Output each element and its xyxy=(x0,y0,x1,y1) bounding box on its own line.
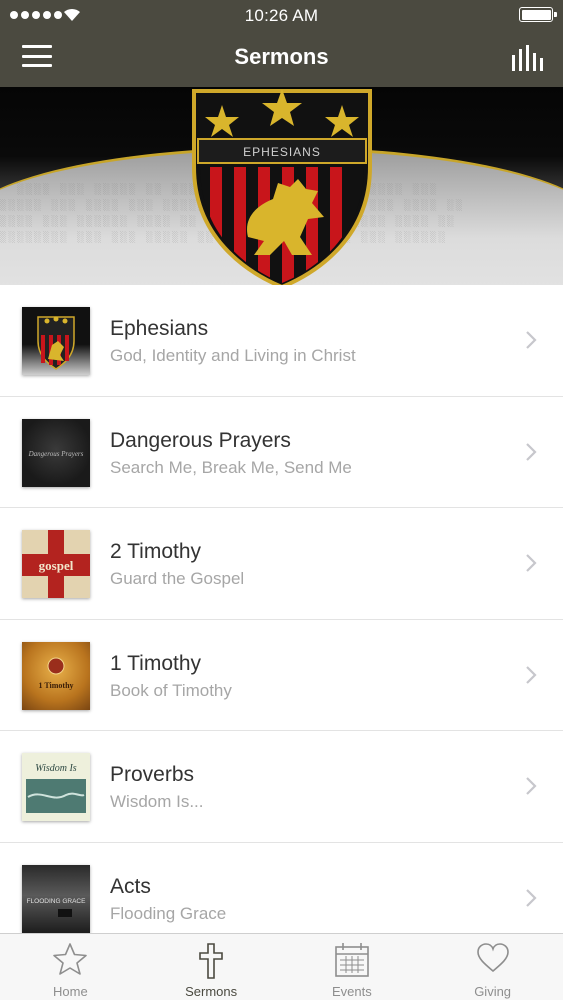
hero-badge-text: EPHESIANS xyxy=(243,145,321,159)
chevron-right-icon xyxy=(526,442,537,461)
gospel-thumbnail-art: gospel xyxy=(22,530,90,598)
series-title: Acts xyxy=(110,874,151,898)
cross-icon xyxy=(199,943,223,979)
series-thumbnail: Wisdom Is xyxy=(22,753,90,821)
svg-text:gospel: gospel xyxy=(39,558,74,573)
chevron-right-icon xyxy=(526,888,537,907)
list-item[interactable]: Wisdom Is Proverbs Wisdom Is... xyxy=(0,731,563,843)
series-subtitle: Guard the Gospel xyxy=(110,569,245,588)
tab-label: Events xyxy=(332,984,372,999)
equalizer-icon[interactable] xyxy=(511,45,543,71)
star-icon xyxy=(53,943,88,975)
status-bar: 10:26 AM xyxy=(0,0,563,30)
list-item[interactable]: 1 Timothy 1 Timothy Book of Timothy xyxy=(0,619,563,731)
tab-bar: Home Sermons Events Giving xyxy=(0,933,563,1000)
tab-label: Home xyxy=(53,984,88,999)
top-bar: 10:26 AM Sermons xyxy=(0,0,563,87)
series-title: Dangerous Prayers xyxy=(110,428,291,452)
calendar-icon xyxy=(335,943,369,977)
timothy-thumbnail-art: 1 Timothy xyxy=(38,657,74,690)
svg-text:1 Timothy: 1 Timothy xyxy=(38,681,73,690)
series-title: 1 Timothy xyxy=(110,651,202,675)
chevron-right-icon xyxy=(526,554,537,572)
series-thumbnail: Dangerous Prayers xyxy=(22,418,90,487)
series-thumbnail xyxy=(22,307,90,375)
sermon-series-list: Ephesians God, Identity and Living in Ch… xyxy=(0,285,563,954)
chevron-right-icon xyxy=(526,331,537,349)
tab-sermons[interactable]: Sermons xyxy=(141,934,282,1000)
battery-icon xyxy=(519,7,557,22)
tab-label: Giving xyxy=(474,984,512,999)
status-time: 10:26 AM xyxy=(244,6,319,25)
list-item[interactable]: Ephesians God, Identity and Living in Ch… xyxy=(0,285,563,397)
series-thumbnail: FLOODING GRACE xyxy=(22,864,90,933)
series-subtitle: Wisdom Is... xyxy=(110,792,204,811)
series-thumbnail: gospel xyxy=(22,530,90,598)
series-title: 2 Timothy xyxy=(110,540,202,563)
series-subtitle: Search Me, Break Me, Send Me xyxy=(110,457,352,477)
series-subtitle: Book of Timothy xyxy=(110,680,232,700)
page-title: Sermons xyxy=(234,44,329,69)
tab-home[interactable]: Home xyxy=(0,934,141,1000)
series-hero-banner: ░░░░ ░░░ ░░░░░ ░░ ░░░░ ░░ ░ ░░ ░░░ ░░░ ░░░░… xyxy=(0,87,563,285)
series-title: Proverbs xyxy=(110,763,195,786)
svg-text:FLOODING GRACE: FLOODING GRACE xyxy=(27,898,87,905)
heart-icon xyxy=(476,943,509,973)
proverbs-thumbnail-art: Wisdom Is xyxy=(26,763,86,813)
series-title: Ephesians xyxy=(110,317,209,340)
tab-events[interactable]: Events xyxy=(282,934,423,1000)
ephesians-shield-logo: EPHESIANS xyxy=(192,89,372,285)
tab-giving[interactable]: Giving xyxy=(422,934,563,1000)
chevron-right-icon xyxy=(526,665,537,684)
dangerous-prayers-thumbnail-art: Dangerous Prayers xyxy=(28,450,84,458)
ephesians-thumbnail-art xyxy=(37,316,75,370)
list-item[interactable]: Dangerous Prayers Dangerous Prayers Sear… xyxy=(0,396,563,508)
acts-thumbnail-art: FLOODING GRACE xyxy=(27,898,87,917)
list-item[interactable]: gospel 2 Timothy Guard the Gospel xyxy=(0,508,563,620)
svg-text:Dangerous Prayers: Dangerous Prayers xyxy=(28,450,84,458)
series-subtitle: God, Identity and Living in Christ xyxy=(110,346,356,365)
tab-label: Sermons xyxy=(185,984,238,999)
svg-text:Wisdom Is: Wisdom Is xyxy=(35,763,77,774)
series-thumbnail: 1 Timothy xyxy=(22,641,90,710)
series-subtitle: Flooding Grace xyxy=(110,903,227,923)
chevron-right-icon xyxy=(526,777,537,795)
